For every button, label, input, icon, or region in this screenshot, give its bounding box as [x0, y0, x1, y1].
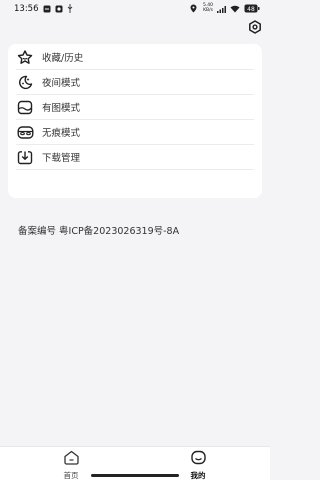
image-box-icon: [16, 98, 34, 116]
mask-icon: [16, 123, 34, 141]
status-bar: 13:56 5.40 KB/s 48: [0, 0, 270, 17]
menu-item-download-manager[interactable]: 下载管理: [16, 145, 254, 170]
menu-item-label: 有图模式: [42, 103, 81, 114]
signal-icon: [217, 5, 226, 13]
net-speed: 5.40 KB/s: [201, 3, 213, 13]
wifi-icon: [230, 5, 240, 13]
tab-mine-label: 我的: [190, 471, 206, 480]
notification-app-icon-2: [55, 5, 63, 13]
battery-level: 48: [247, 6, 255, 13]
usb-icon: [67, 4, 73, 13]
settings-button[interactable]: [246, 19, 264, 37]
settings-hexagon-icon: [248, 19, 262, 38]
menu-item-label: 收藏/历史: [42, 53, 84, 64]
tab-mine[interactable]: 我的: [178, 450, 218, 480]
status-right: 5.40 KB/s 48: [190, 3, 260, 13]
moon-icon: [16, 73, 34, 91]
home-indicator[interactable]: [91, 474, 179, 477]
battery-icon: 48: [244, 4, 260, 13]
menu-item-incognito-mode[interactable]: 无痕模式: [16, 120, 254, 145]
home-icon: [63, 450, 80, 469]
download-box-icon: [16, 148, 34, 166]
status-time: 13:56: [14, 3, 39, 14]
location-icon: [190, 4, 197, 13]
tab-home-label: 首页: [63, 471, 79, 480]
menu-item-favorites-history[interactable]: 收藏/历史: [16, 45, 254, 70]
notification-app-icon: [43, 5, 51, 13]
status-left: 13:56: [14, 4, 73, 14]
menu-item-label: 下载管理: [42, 153, 81, 164]
menu-item-night-mode[interactable]: 夜间模式: [16, 70, 254, 95]
star-box-icon: [16, 48, 34, 66]
menu-item-image-mode[interactable]: 有图模式: [16, 95, 254, 120]
menu-card: 收藏/历史 夜间模式 有图模式 无痕模式 下载管理 备案编号 粤ICP备2023…: [8, 44, 262, 237]
menu-item-label: 夜间模式: [42, 78, 81, 89]
net-speed-unit: KB/s: [203, 7, 213, 13]
mine-icon: [190, 450, 207, 469]
beian-record: 备案编号 粤ICP备2023026319号-8A: [18, 226, 180, 237]
tab-home[interactable]: 首页: [51, 450, 91, 480]
menu-item-label: 无痕模式: [42, 128, 81, 139]
